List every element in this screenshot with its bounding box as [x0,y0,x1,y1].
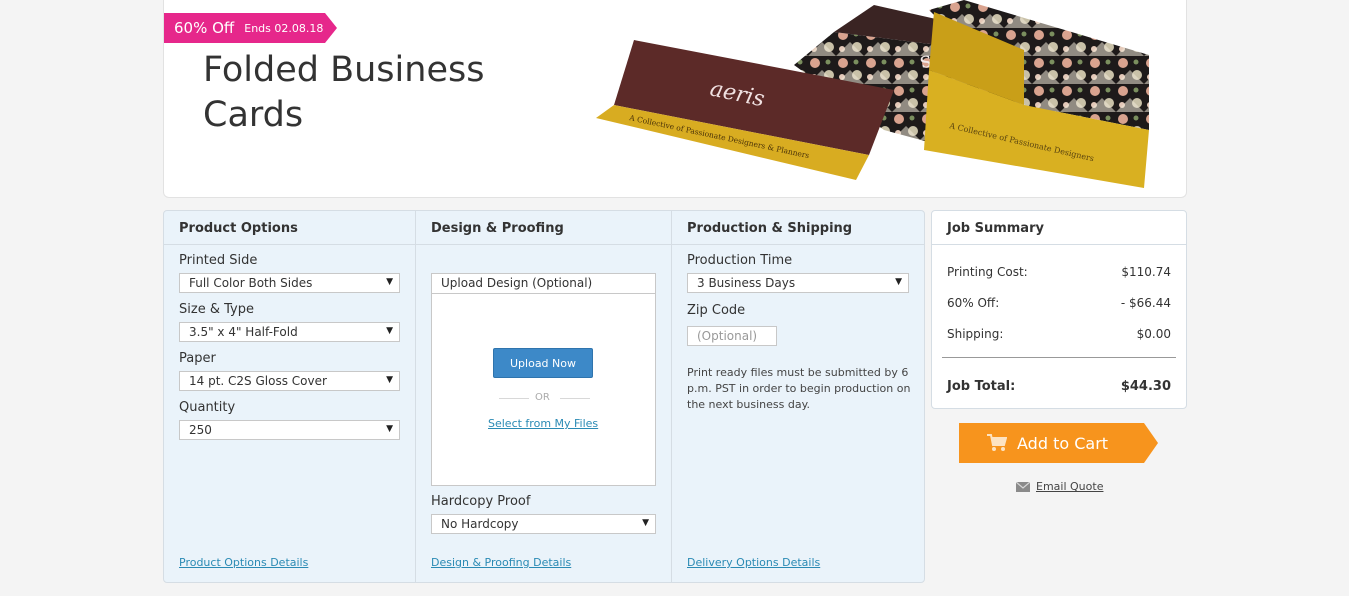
divider [942,357,1176,358]
production-time-value: 3 Business Days [697,276,796,290]
envelope-icon [1016,481,1030,492]
discount-value: - $66.44 [1120,296,1171,310]
shipping-value: $0.00 [1136,327,1171,341]
chevron-down-icon: ▼ [386,424,393,434]
select-from-files-link[interactable]: Select from My Files [488,417,598,430]
upload-dropzone[interactable]: Upload Design (Optional) Upload Now OR S… [431,273,656,486]
quantity-value: 250 [189,423,212,437]
printed-side-select[interactable]: Full Color Both Sides ▼ [179,273,400,293]
production-note: Print ready files must be submitted by 6… [687,366,911,411]
design-proofing-column: Design & Proofing Upload Design (Optiona… [416,211,672,582]
shipping-label: Shipping: [947,327,1004,341]
promo-end-date: Ends 02.08.18 [244,21,324,35]
chevron-down-icon: ▼ [386,375,393,385]
quantity-label: Quantity [179,400,236,415]
chevron-down-icon: ▼ [386,326,393,336]
page-title: Folded Business Cards [203,50,485,135]
hero-banner: 60% Off Ends 02.08.18 Folded Business Ca… [163,0,1187,198]
job-summary-heading: Job Summary [932,211,1186,245]
printed-side-label: Printed Side [179,253,258,268]
product-options-details-link[interactable]: Product Options Details [179,556,308,569]
product-image: aeris A Collective of Passionate Designe… [596,0,1149,188]
paper-select[interactable]: 14 pt. C2S Gloss Cover ▼ [179,371,400,391]
zip-code-label: Zip Code [687,303,746,318]
hardcopy-proof-value: No Hardcopy [441,517,519,531]
add-to-cart-label: Add to Cart [1017,433,1109,453]
product-options-column: Product Options Printed Side Full Color … [164,211,416,582]
promo-discount: 60% Off [174,19,235,37]
hardcopy-proof-select[interactable]: No Hardcopy ▼ [431,514,656,534]
production-time-select[interactable]: 3 Business Days ▼ [687,273,909,293]
email-quote-link[interactable]: Email Quote [1016,480,1103,493]
job-total-value: $44.30 [1120,379,1171,394]
quantity-select[interactable]: 250 ▼ [179,420,400,440]
design-proofing-details-link[interactable]: Design & Proofing Details [431,556,571,569]
printing-cost-row: Printing Cost: $110.74 [947,265,1171,279]
divider [560,398,590,399]
chevron-down-icon: ▼ [642,518,649,528]
printing-cost-label: Printing Cost: [947,265,1028,279]
upload-design-label: Upload Design (Optional) [432,274,655,294]
chevron-down-icon: ▼ [386,277,393,287]
paper-label: Paper [179,351,216,366]
add-to-cart-button[interactable]: Add to Cart [959,423,1158,463]
email-quote-label: Email Quote [1036,480,1104,493]
job-summary-panel: Job Summary Printing Cost: $110.74 60% O… [931,210,1187,409]
divider [499,398,529,399]
size-type-select[interactable]: 3.5" x 4" Half-Fold ▼ [179,322,400,342]
or-separator: OR [535,392,550,403]
production-time-label: Production Time [687,253,793,268]
hardcopy-proof-label: Hardcopy Proof [431,494,531,509]
discount-label: 60% Off: [947,296,1000,310]
cart-icon [987,434,1007,451]
chevron-down-icon: ▼ [895,277,902,287]
promo-ribbon: 60% Off Ends 02.08.18 [164,13,337,43]
paper-value: 14 pt. C2S Gloss Cover [189,374,327,388]
shipping-row: Shipping: $0.00 [947,327,1171,341]
upload-now-button[interactable]: Upload Now [493,348,593,378]
production-shipping-column: Production & Shipping Production Time 3 … [672,211,924,582]
production-shipping-heading: Production & Shipping [672,211,924,245]
job-total-row: Job Total: $44.30 [947,379,1171,394]
zip-code-input[interactable]: (Optional) [687,326,777,346]
options-panel: Product Options Printed Side Full Color … [163,210,925,583]
printed-side-value: Full Color Both Sides [189,276,313,290]
size-type-value: 3.5" x 4" Half-Fold [189,325,298,339]
printing-cost-value: $110.74 [1121,265,1171,279]
product-options-heading: Product Options [164,211,415,245]
discount-row: 60% Off: - $66.44 [947,296,1171,310]
design-proofing-heading: Design & Proofing [416,211,671,245]
size-type-label: Size & Type [179,302,254,317]
job-total-label: Job Total: [947,379,1016,394]
delivery-options-details-link[interactable]: Delivery Options Details [687,556,820,569]
